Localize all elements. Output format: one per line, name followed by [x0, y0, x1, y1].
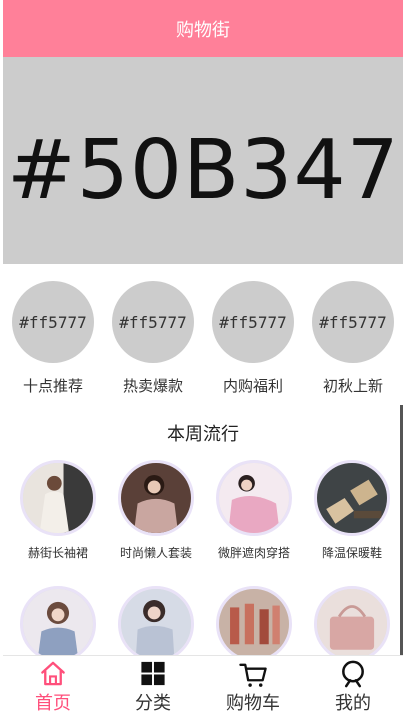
product-item[interactable]: 降温保暖鞋 — [302, 460, 402, 561]
tab-category[interactable]: 分类 — [103, 656, 203, 715]
tab-home[interactable]: 首页 — [3, 656, 103, 715]
shortcut-internal-deals[interactable]: #ff5777 内购福利 — [211, 281, 295, 396]
product-image — [216, 460, 292, 536]
product-item[interactable] — [8, 586, 108, 655]
product-label: 微胖遮肉穿搭 — [217, 546, 290, 560]
shortcut-ten-oclock[interactable]: #ff5777 十点推荐 — [11, 281, 95, 396]
tab-label: 购物车 — [226, 693, 280, 714]
tab-cart[interactable]: 购物车 — [203, 656, 303, 715]
tab-profile[interactable]: 我的 — [303, 656, 403, 715]
profile-icon — [342, 660, 364, 688]
app-header: 购物街 — [3, 0, 403, 57]
shortcut-label: 十点推荐 — [22, 377, 83, 395]
banner-carousel[interactable]: #50B347 — [3, 57, 403, 264]
shortcut-label: 初秋上新 — [322, 377, 383, 395]
tab-label: 首页 — [35, 693, 71, 714]
shortcut-hot-sale[interactable]: #ff5777 热卖爆款 — [111, 281, 195, 396]
shortcut-image: #ff5777 — [312, 281, 394, 363]
product-image — [20, 460, 96, 536]
product-label: 时尚懒人套装 — [119, 546, 192, 560]
tab-label: 我的 — [335, 693, 371, 714]
home-icon — [41, 661, 65, 686]
product-image — [314, 586, 390, 655]
product-item[interactable] — [302, 586, 402, 655]
product-label: 赫街长袖裙 — [27, 546, 88, 560]
bottom-tab-bar: 首页 分类 购物车 我的 — [3, 655, 403, 715]
scrollbar[interactable] — [400, 405, 403, 655]
shortcut-image: #ff5777 — [212, 281, 294, 363]
product-item[interactable] — [106, 586, 206, 655]
product-image — [118, 586, 194, 655]
shortcut-label: 热卖爆款 — [122, 377, 183, 395]
product-item[interactable]: 微胖遮肉穿搭 — [204, 460, 304, 561]
product-image — [216, 586, 292, 655]
shortcut-label: 内购福利 — [222, 377, 283, 395]
banner-text: #50B347 — [7, 123, 400, 218]
shortcut-autumn-new[interactable]: #ff5777 初秋上新 — [311, 281, 395, 396]
product-label: 降温保暖鞋 — [321, 546, 382, 560]
shortcut-row: #ff5777 十点推荐 #ff5777 热卖爆款 #ff5777 内购福利 #… — [3, 281, 403, 401]
tab-label: 分类 — [135, 693, 171, 714]
weekly-trend-grid: 赫街长袖裙 时尚懒人套装 微胖遮肉穿搭 降温保暖鞋 — [3, 460, 403, 655]
product-item[interactable]: 时尚懒人套装 — [106, 460, 206, 561]
product-item[interactable] — [204, 586, 304, 655]
product-image — [314, 460, 390, 536]
section-title-weekly-trend: 本周流行 — [167, 424, 239, 445]
shortcut-image: #ff5777 — [12, 281, 94, 363]
page-title: 购物街 — [176, 19, 230, 41]
cart-icon — [239, 663, 267, 687]
product-image — [20, 586, 96, 655]
product-image — [118, 460, 194, 536]
product-item[interactable]: 赫街长袖裙 — [8, 460, 108, 561]
shortcut-image: #ff5777 — [112, 281, 194, 363]
grid-icon — [141, 661, 165, 686]
